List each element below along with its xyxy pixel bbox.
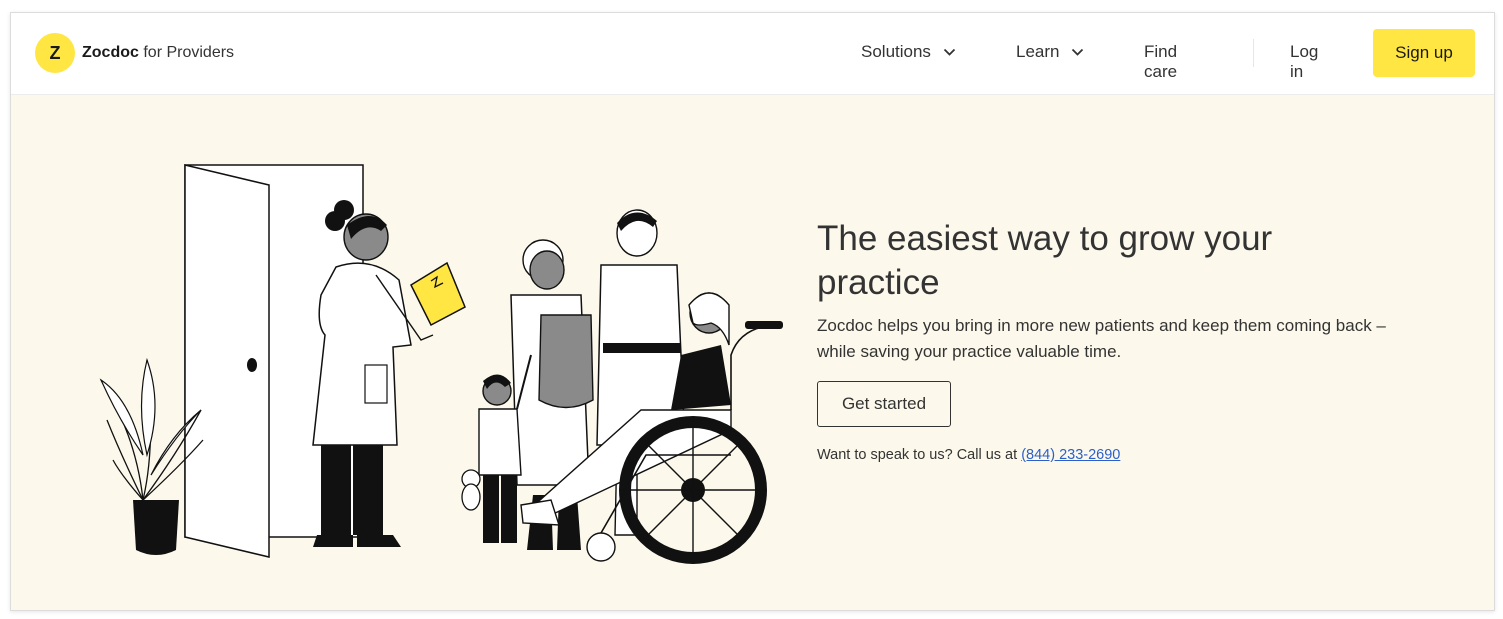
nav-learn[interactable]: Learn — [1016, 42, 1084, 62]
nav-log-in[interactable]: Log in — [1290, 42, 1318, 82]
nav-find-care[interactable]: Find care — [1144, 42, 1177, 82]
chevron-down-icon — [1072, 48, 1084, 56]
phone-number-link[interactable]: (844) 233-2690 — [1021, 447, 1120, 463]
nav-find-care-label: Find care — [1144, 42, 1178, 81]
browser-frame: Z Zocdoc for Providers Solutions Learn F… — [10, 12, 1495, 611]
hero-section: The easiest way to grow your practice Zo… — [11, 95, 1494, 610]
brand-name: Zocdoc — [82, 44, 139, 61]
brand-suffix: for Providers — [143, 44, 235, 61]
nav-solutions[interactable]: Solutions — [861, 42, 956, 62]
site-header: Z Zocdoc for Providers Solutions Learn F… — [11, 13, 1494, 95]
zocdoc-logo-badge: Z — [35, 33, 75, 73]
phone-contact-line: Want to speak to us? Call us at (844) 23… — [817, 447, 1120, 463]
nav-divider — [1253, 39, 1254, 67]
hero-subtext: Zocdoc helps you bring in more new patie… — [817, 316, 1386, 361]
nav-learn-label: Learn — [1016, 42, 1060, 61]
get-started-button[interactable]: Get started — [817, 381, 951, 427]
zocdoc-logo[interactable]: Z Zocdoc for Providers — [35, 33, 234, 73]
hero-illustration — [99, 164, 783, 564]
chevron-down-icon — [943, 48, 956, 56]
phone-prompt: Want to speak to us? Call us at — [817, 447, 1018, 463]
nav-log-in-label: Log in — [1290, 42, 1319, 81]
hero-headline: The easiest way to grow your practice — [817, 219, 1273, 302]
brand-wordmark: Zocdoc for Providers — [82, 44, 234, 62]
sign-up-button[interactable]: Sign up — [1373, 29, 1475, 77]
nav-solutions-label: Solutions — [861, 42, 931, 61]
